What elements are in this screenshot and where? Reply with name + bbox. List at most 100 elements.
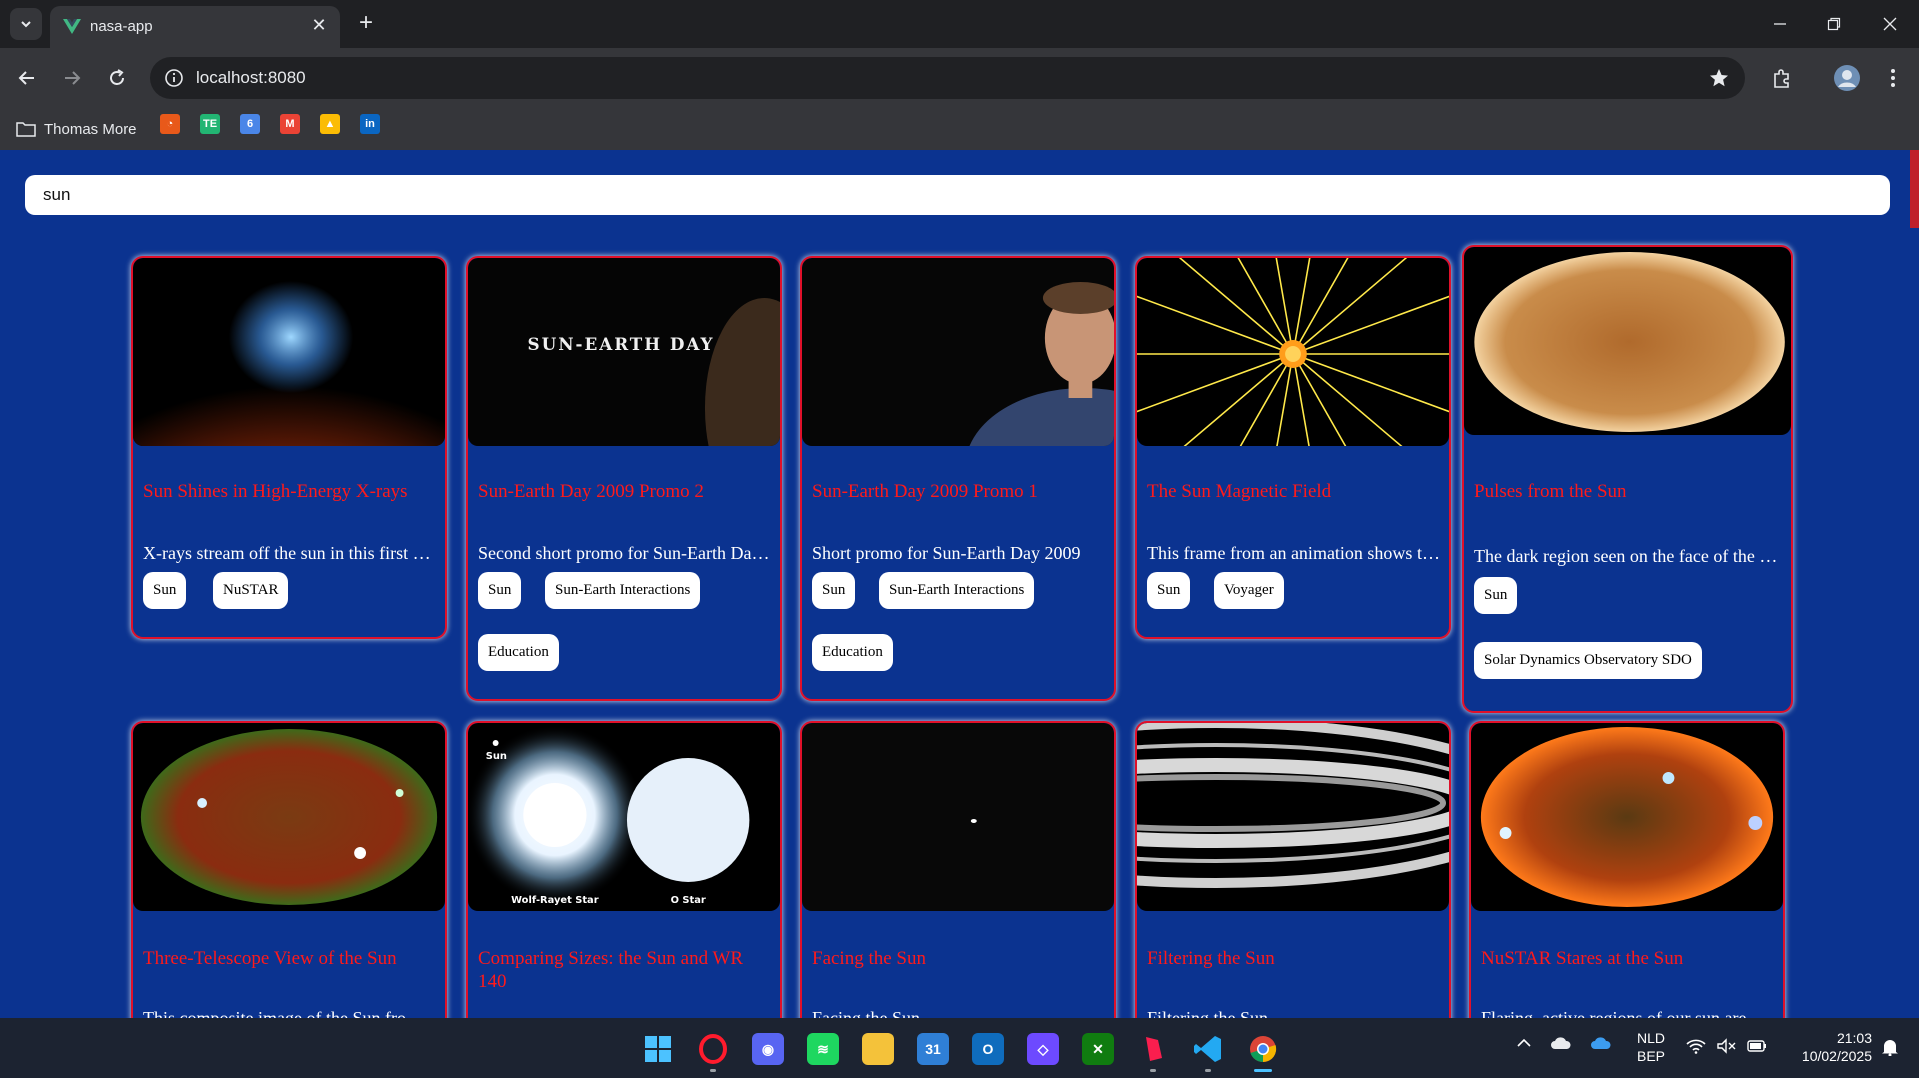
result-card[interactable]: Sun Shines in High-Energy X-rays X-rays s… <box>131 256 447 639</box>
browser-menu-button[interactable] <box>1876 61 1910 95</box>
opera-gx-icon[interactable] <box>1137 1033 1169 1065</box>
bookmark-star-icon[interactable] <box>1707 66 1731 90</box>
tag-chip[interactable]: Sun <box>478 572 522 609</box>
tab-search-button[interactable] <box>10 8 42 40</box>
tag-chip[interactable]: Sun-Earth Interactions <box>879 572 1035 609</box>
spotify-icon[interactable]: ≋ <box>807 1033 839 1065</box>
tag-chip[interactable]: Education <box>478 634 559 671</box>
show-hidden-icons[interactable] <box>1516 1034 1532 1052</box>
calendar-6-icon[interactable]: 6 <box>240 114 260 134</box>
card-thumbnail[interactable]: Sun Wolf-Rayet Star O Star <box>468 723 780 911</box>
result-card[interactable]: The Sun Magnetic Field This frame from an… <box>1135 256 1451 639</box>
chevron-up-icon <box>1517 1038 1531 1047</box>
cloud-icon[interactable] <box>1550 1036 1572 1054</box>
card-title[interactable]: The Sun Magnetic Field <box>1147 480 1441 503</box>
card-title[interactable]: Facing the Sun <box>812 947 1106 970</box>
result-card[interactable]: Sun-Earth Day 2009 Promo 1 Short promo fo… <box>800 256 1116 701</box>
address-bar[interactable]: localhost:8080 <box>150 57 1745 99</box>
card-description: Second short promo for Sun-Earth Day 200… <box>478 543 772 563</box>
onedrive-icon[interactable] <box>1590 1036 1612 1054</box>
card-title[interactable]: Sun-Earth Day 2009 Promo 2 <box>478 480 772 503</box>
card-title[interactable]: Three-Telescope View of the Sun <box>143 947 437 970</box>
file-explorer-icon[interactable] <box>862 1033 894 1065</box>
card-title[interactable]: Comparing Sizes: the Sun and WR 140 <box>478 947 772 993</box>
more-vertical-icon <box>1891 69 1895 87</box>
browser-chrome: nasa-app ✕ + localhost:8080 Thomas More … <box>0 0 1919 150</box>
calendar-icon[interactable]: 31 <box>917 1033 949 1065</box>
card-thumbnail[interactable] <box>1464 247 1791 435</box>
wifi-icon[interactable] <box>1686 1038 1706 1058</box>
outlook-icon[interactable]: O <box>972 1033 1004 1065</box>
minimize-button[interactable] <box>1760 8 1800 40</box>
tag-chip[interactable]: Sun <box>1474 577 1518 614</box>
tag-chip[interactable]: Sun <box>143 572 187 609</box>
te-icon[interactable]: TE <box>200 114 220 134</box>
card-thumbnail[interactable] <box>802 258 1114 446</box>
extensions-button[interactable] <box>1765 61 1799 95</box>
close-tab-icon[interactable]: ✕ <box>308 14 330 36</box>
running-indicator <box>1150 1069 1156 1072</box>
chrome-icon[interactable] <box>1247 1033 1279 1065</box>
card-thumbnail[interactable] <box>802 723 1114 911</box>
tag-chip[interactable]: Solar Dynamics Observatory SDO <box>1474 642 1702 679</box>
tag-chip[interactable]: Sun-Earth Interactions <box>545 572 701 609</box>
new-tab-button[interactable]: + <box>352 9 380 37</box>
battery-icon[interactable] <box>1746 1038 1768 1058</box>
opera-icon[interactable] <box>697 1033 729 1065</box>
notifications-icon[interactable] <box>1880 1038 1900 1060</box>
discord-icon[interactable]: ◉ <box>752 1033 784 1065</box>
vscode-icon[interactable] <box>1192 1033 1224 1065</box>
profile-button[interactable] <box>1830 61 1864 95</box>
close-window-button[interactable] <box>1870 8 1910 40</box>
vue-logo-icon <box>63 19 81 34</box>
xbox-icon[interactable]: ✕ <box>1082 1033 1114 1065</box>
clock[interactable]: 21:03 10/02/2025 <box>1782 1029 1872 1065</box>
running-indicator <box>710 1069 716 1072</box>
reload-button[interactable] <box>100 61 134 95</box>
tag-chip[interactable]: Education <box>812 634 893 671</box>
image-label-o-star: O Star <box>671 895 706 906</box>
page-scrollbar[interactable] <box>1910 150 1919 228</box>
card-thumbnail[interactable] <box>133 258 445 446</box>
card-thumbnail[interactable] <box>1471 723 1783 911</box>
card-title[interactable]: Filtering the Sun <box>1147 947 1441 970</box>
forward-button[interactable] <box>55 61 89 95</box>
tag-chip[interactable]: Voyager <box>1214 572 1284 609</box>
tag-chip[interactable]: NuSTAR <box>213 572 289 609</box>
language-indicator[interactable]: NLD BEP <box>1634 1029 1668 1065</box>
tab-title: nasa-app <box>90 18 153 35</box>
restore-button[interactable] <box>1814 8 1854 40</box>
firefly-icon[interactable]: ◔ <box>160 114 180 134</box>
card-title[interactable]: Sun Shines in High-Energy X-rays <box>143 480 437 503</box>
result-card[interactable]: Pulses from the Sun The dark region seen … <box>1462 245 1793 713</box>
card-title[interactable]: NuSTAR Stares at the Sun <box>1481 947 1775 970</box>
arrow-right-icon <box>65 71 81 85</box>
folder-icon <box>16 122 36 137</box>
clock-date: 10/02/2025 <box>1801 1048 1872 1064</box>
restore-icon <box>1827 17 1841 31</box>
gmail-icon[interactable]: M <box>280 114 300 134</box>
tag-chip[interactable]: Sun <box>1147 572 1191 609</box>
tab-nasa-app[interactable]: nasa-app ✕ <box>50 6 340 48</box>
close-icon <box>1883 17 1897 31</box>
card-description: X-rays stream off the sun in this first … <box>143 543 437 563</box>
clock-time: 21:03 <box>1836 1030 1872 1046</box>
windows-start-icon[interactable] <box>642 1033 674 1065</box>
card-thumbnail[interactable]: SUN-EARTH DAY <box>468 258 780 446</box>
drive-icon[interactable]: ▲ <box>320 114 340 134</box>
card-title[interactable]: Sun-Earth Day 2009 Promo 1 <box>812 480 1106 503</box>
card-title[interactable]: Pulses from the Sun <box>1474 480 1783 503</box>
card-thumbnail[interactable] <box>133 723 445 911</box>
tag-chip[interactable]: Sun <box>812 572 856 609</box>
linkedin-icon[interactable]: in <box>360 114 380 134</box>
card-thumbnail[interactable] <box>1137 258 1449 446</box>
proton-icon[interactable]: ◇ <box>1027 1033 1059 1065</box>
back-button[interactable] <box>10 61 44 95</box>
card-thumbnail[interactable] <box>1137 723 1449 911</box>
site-info-icon[interactable] <box>164 68 184 88</box>
keyboard-layout: BEP <box>1636 1048 1665 1064</box>
result-card[interactable]: SUN-EARTH DAY Sun-Earth Day 2009 Promo 2 S… <box>466 256 782 701</box>
search-input[interactable] <box>25 175 1890 215</box>
volume-muted-icon[interactable] <box>1716 1038 1738 1058</box>
bookmark-folder-thomas-more[interactable]: Thomas More <box>16 117 137 141</box>
